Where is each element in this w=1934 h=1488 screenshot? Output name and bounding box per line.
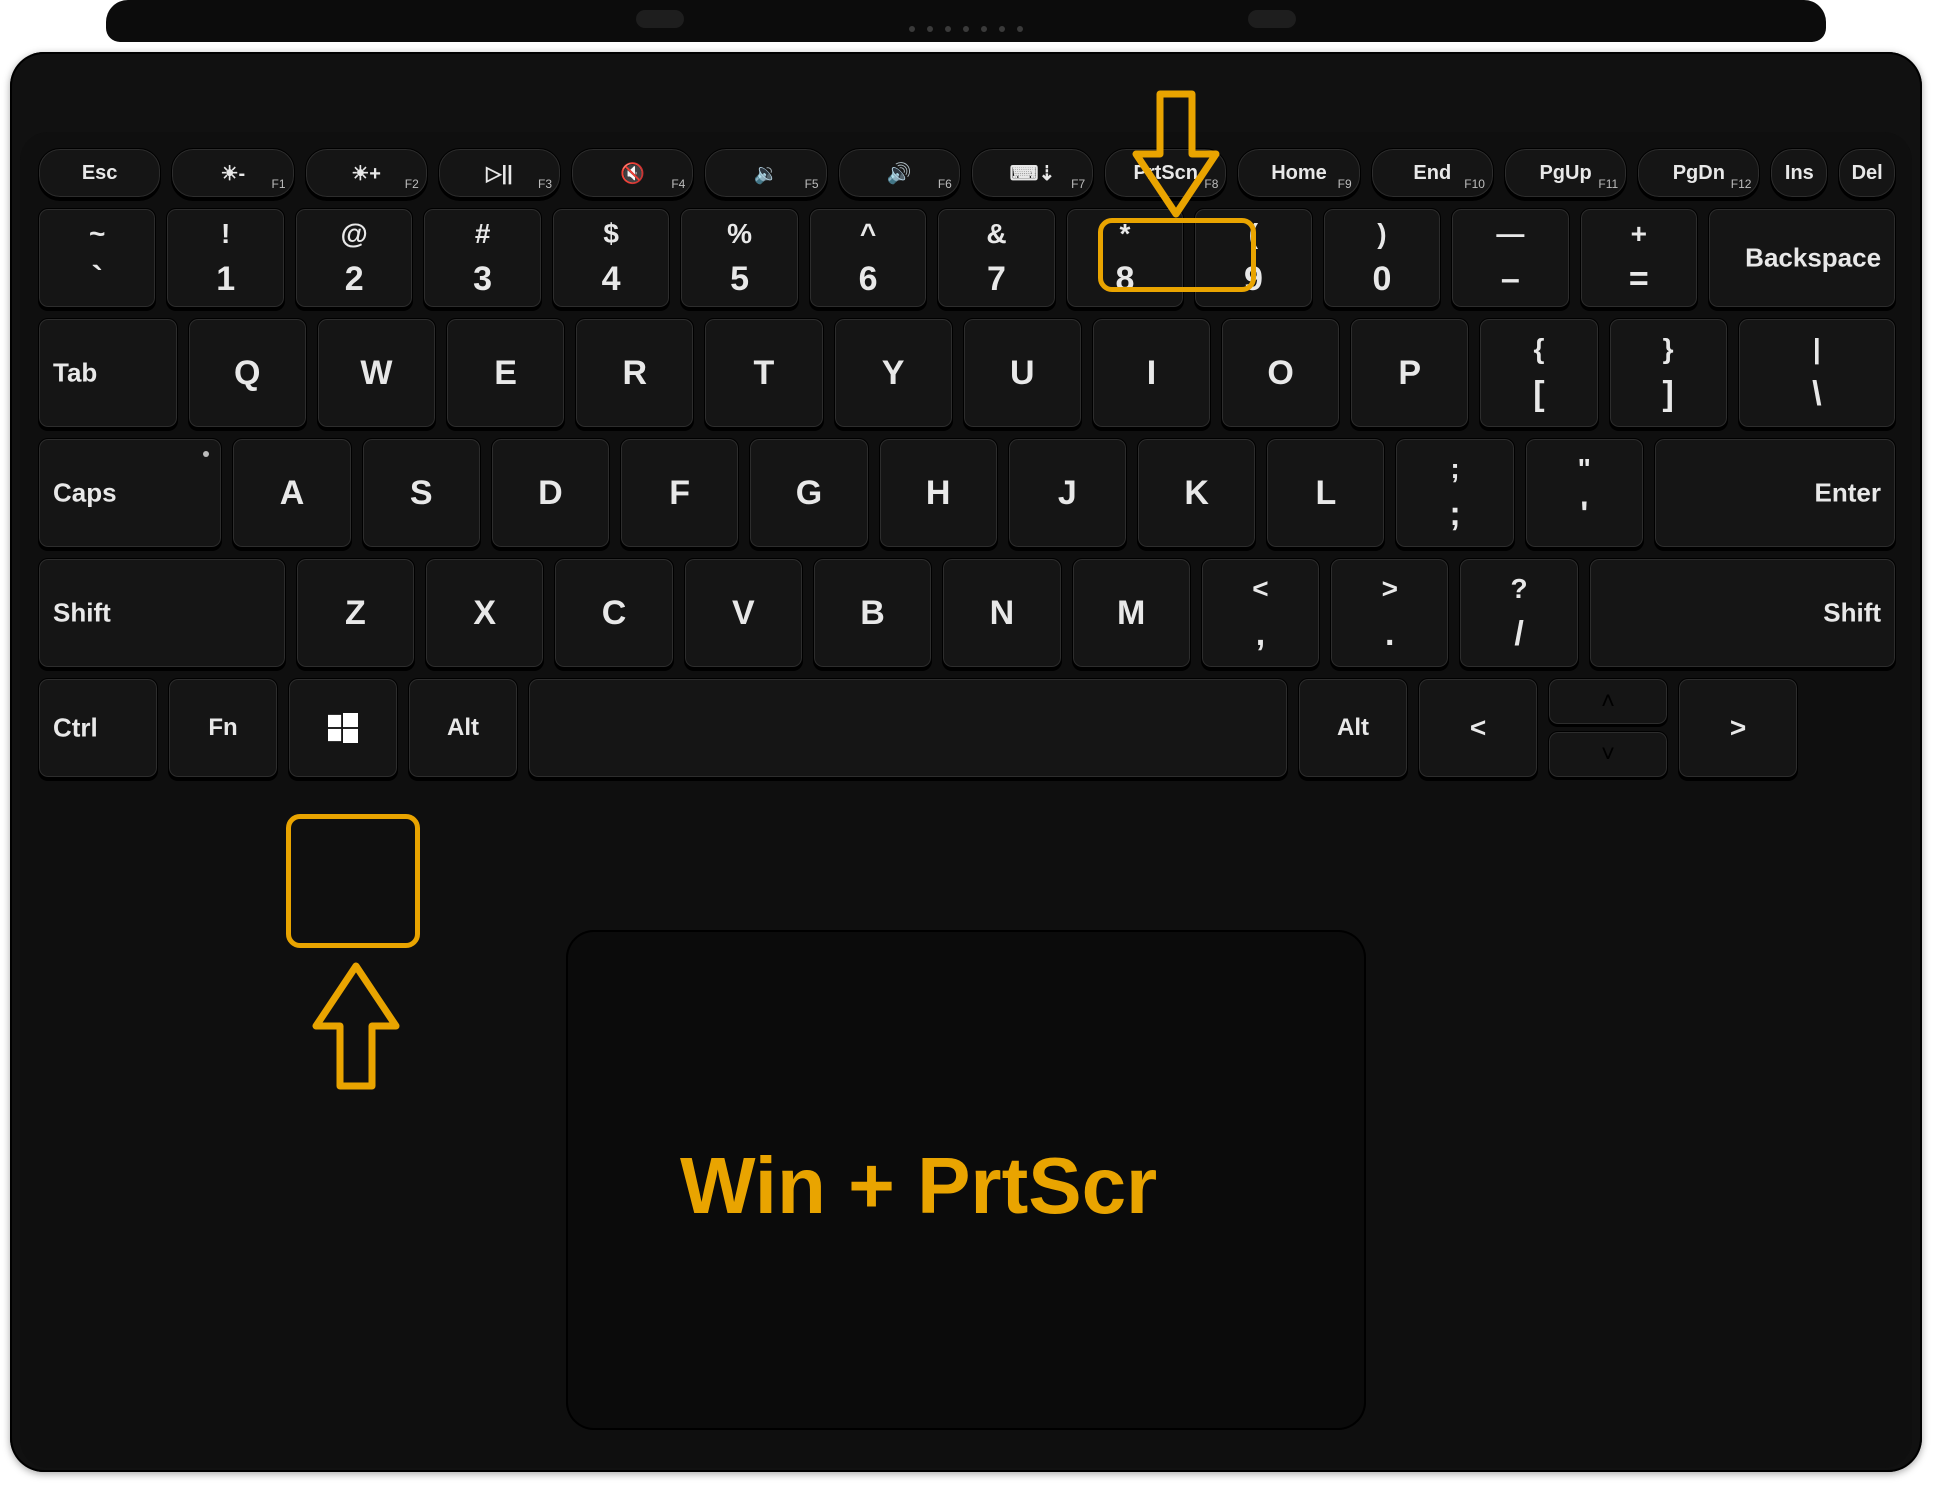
key-alt[interactable]: Alt — [408, 678, 518, 778]
key-play-pause[interactable]: ▷||F3 — [438, 148, 561, 198]
key-l[interactable]: L — [1266, 438, 1385, 548]
key-home[interactable]: HomeF9 — [1237, 148, 1360, 198]
key-s[interactable]: S — [362, 438, 481, 548]
key-esc[interactable]: Esc — [38, 148, 161, 198]
arrow-down-icon — [1130, 88, 1222, 220]
key-enter[interactable]: Enter — [1654, 438, 1896, 548]
key-7[interactable]: &7 — [937, 208, 1055, 308]
key-m[interactable]: M — [1072, 558, 1191, 668]
key-y[interactable]: Y — [834, 318, 953, 428]
key-3[interactable]: #3 — [423, 208, 541, 308]
key-k[interactable]: K — [1137, 438, 1256, 548]
row-function: Esc☀-F1☀+F2▷||F3🔇F4🔉F5🔊F6⌨⇣F7PrtScnF8Hom… — [38, 148, 1896, 198]
key-w[interactable]: W — [317, 318, 436, 428]
key-u[interactable]: U — [963, 318, 1082, 428]
row-shift: ShiftZXCVBNM<,>.?/Shift — [38, 558, 1896, 668]
key-lshift[interactable]: Shift — [38, 558, 286, 668]
key-1[interactable]: !1 — [166, 208, 284, 308]
key-caps[interactable]: Caps — [38, 438, 222, 548]
key-tab[interactable]: Tab — [38, 318, 178, 428]
key-pgup[interactable]: PgUpF11 — [1504, 148, 1627, 198]
key-p[interactable]: P — [1350, 318, 1469, 428]
key-alt-right[interactable]: Alt — [1298, 678, 1408, 778]
key-mute[interactable]: 🔇F4 — [571, 148, 694, 198]
hinge — [106, 0, 1826, 42]
key-rbracket[interactable]: }] — [1609, 318, 1728, 428]
key-6[interactable]: ^6 — [809, 208, 927, 308]
key-r[interactable]: R — [575, 318, 694, 428]
windows-icon — [328, 713, 358, 743]
key-n[interactable]: N — [942, 558, 1061, 668]
key-h[interactable]: H — [879, 438, 998, 548]
row-number: ~`!1@2#3$4%5^6&7*8(9)0—–+=Backspace — [38, 208, 1896, 308]
key-semicolon[interactable]: ;; — [1395, 438, 1514, 548]
key-2[interactable]: @2 — [295, 208, 413, 308]
key-backslash[interactable]: |\ — [1738, 318, 1896, 428]
key-comma[interactable]: <, — [1201, 558, 1320, 668]
key-slash[interactable]: ?/ — [1459, 558, 1578, 668]
key-ctrl[interactable]: Ctrl — [38, 678, 158, 778]
key-lbracket[interactable]: {[ — [1479, 318, 1598, 428]
key-del[interactable]: Del — [1838, 148, 1896, 198]
key-c[interactable]: C — [554, 558, 673, 668]
key-e[interactable]: E — [446, 318, 565, 428]
key-arrow-right[interactable]: > — [1678, 678, 1798, 778]
key-space[interactable] — [528, 678, 1288, 778]
key-x[interactable]: X — [425, 558, 544, 668]
key-ins[interactable]: Ins — [1770, 148, 1828, 198]
key-arrow-left[interactable]: < — [1418, 678, 1538, 778]
key-j[interactable]: J — [1008, 438, 1127, 548]
key-vol-down[interactable]: 🔉F5 — [704, 148, 827, 198]
key-pgdn[interactable]: PgDnF12 — [1637, 148, 1760, 198]
key-9[interactable]: (9 — [1194, 208, 1312, 308]
key-arrow-updown: ˄˅ — [1548, 678, 1668, 778]
key-end[interactable]: EndF10 — [1371, 148, 1494, 198]
key-q[interactable]: Q — [188, 318, 307, 428]
key-z[interactable]: Z — [296, 558, 415, 668]
key-brightness-up[interactable]: ☀+F2 — [305, 148, 428, 198]
caption-text: Win + PrtScr — [680, 1140, 1157, 1232]
key-equals[interactable]: += — [1580, 208, 1698, 308]
key-v[interactable]: V — [684, 558, 803, 668]
key-backspace[interactable]: Backspace — [1708, 208, 1896, 308]
key-5[interactable]: %5 — [680, 208, 798, 308]
key-arrow-up[interactable]: ˄ — [1548, 678, 1668, 725]
row-home: CapsASDFGHJKL;;"'Enter — [38, 438, 1896, 548]
pogo-pins — [909, 26, 1023, 32]
key-quote[interactable]: "' — [1525, 438, 1644, 548]
key-a[interactable]: A — [232, 438, 351, 548]
key-arrow-down[interactable]: ˅ — [1548, 731, 1668, 778]
row-qwerty: TabQWERTYUIOP{[}]|\ — [38, 318, 1896, 428]
key-o[interactable]: O — [1221, 318, 1340, 428]
key-backtick[interactable]: ~` — [38, 208, 156, 308]
key-g[interactable]: G — [749, 438, 868, 548]
key-minus[interactable]: —– — [1451, 208, 1569, 308]
key-f[interactable]: F — [620, 438, 739, 548]
key-0[interactable]: )0 — [1323, 208, 1441, 308]
keyboard-diagram: Esc☀-F1☀+F2▷||F3🔇F4🔉F5🔊F6⌨⇣F7PrtScnF8Hom… — [0, 0, 1934, 1488]
arrow-up-icon — [310, 960, 402, 1092]
key-fn[interactable]: Fn — [168, 678, 278, 778]
key-kbd-backlight[interactable]: ⌨⇣F7 — [971, 148, 1094, 198]
key-4[interactable]: $4 — [552, 208, 670, 308]
key-rshift[interactable]: Shift — [1589, 558, 1896, 668]
key-brightness-down[interactable]: ☀-F1 — [171, 148, 294, 198]
row-control: CtrlFnAltAlt<˄˅> — [38, 678, 1896, 778]
key-t[interactable]: T — [704, 318, 823, 428]
keyboard-deck: Esc☀-F1☀+F2▷||F3🔇F4🔉F5🔊F6⌨⇣F7PrtScnF8Hom… — [38, 148, 1896, 908]
key-windows[interactable] — [288, 678, 398, 778]
hinge-tab-left — [636, 10, 684, 28]
key-8[interactable]: *8 — [1066, 208, 1184, 308]
key-period[interactable]: >. — [1330, 558, 1449, 668]
key-vol-up[interactable]: 🔊F6 — [838, 148, 961, 198]
key-d[interactable]: D — [491, 438, 610, 548]
key-i[interactable]: I — [1092, 318, 1211, 428]
hinge-tab-right — [1248, 10, 1296, 28]
key-b[interactable]: B — [813, 558, 932, 668]
